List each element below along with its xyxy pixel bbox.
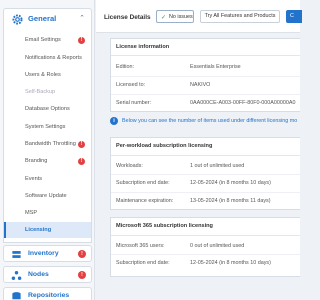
sidebar-section-repositories[interactable]: Repositories bbox=[3, 287, 92, 300]
primary-action-button[interactable]: C bbox=[286, 10, 302, 23]
sidebar-section-label: Inventory bbox=[28, 250, 59, 257]
workloads-value: 1 out of unlimited used bbox=[190, 163, 245, 169]
microsoft-365-licensing-panel: Microsoft 365 subscription licensing Mic… bbox=[110, 217, 300, 277]
checkmark-icon: ✓ bbox=[161, 15, 167, 21]
warning-badge: ! bbox=[78, 250, 86, 258]
workloads-label: Workloads: bbox=[116, 163, 143, 169]
sidebar-item-database-options[interactable]: Database Options bbox=[25, 106, 70, 112]
license-information-panel: License information Edition: Essentials … bbox=[110, 38, 300, 112]
sidebar-section-nodes[interactable]: Nodes ! bbox=[3, 266, 92, 283]
page-title: License Details bbox=[104, 14, 151, 21]
sidebar-item-bandwidth-throttling[interactable]: Bandwidth Throttling bbox=[25, 141, 76, 147]
page-header: License Details ✓ No issues Try All Feat… bbox=[96, 0, 302, 33]
sidebar-item-notifications-reports[interactable]: Notifications & Reports bbox=[25, 55, 82, 61]
main-content: License information Edition: Essentials … bbox=[96, 34, 300, 300]
serial-number-label: Serial number: bbox=[116, 100, 152, 106]
sidebar-item-msp[interactable]: MSP bbox=[25, 210, 37, 216]
sidebar-section-label: Nodes bbox=[28, 271, 49, 278]
subscription-end-date-label: Subscription end date: bbox=[116, 260, 170, 266]
serial-number-value: 0AA000CE-A003-00FF-80F0-000A00000A0 bbox=[190, 100, 296, 106]
subscription-end-date-value: 12-05-2024 (in 8 months 10 days) bbox=[190, 180, 271, 186]
gear-icon bbox=[12, 14, 23, 25]
try-all-features-button[interactable]: Try All Features and Products bbox=[200, 10, 280, 23]
maintenance-expiration-value: 13-05-2024 (in 8 months 11 days) bbox=[190, 198, 271, 204]
maintenance-expiration-label: Maintenance expiration: bbox=[116, 198, 174, 204]
sidebar-section-label: Repositories bbox=[28, 292, 70, 299]
no-issues-label: No issues bbox=[169, 14, 193, 20]
panel-title: Per-workload subscription licensing bbox=[116, 143, 213, 149]
sidebar-item-email-settings[interactable]: Email Settings bbox=[25, 37, 61, 43]
sidebar-menu: Email Settings ! Notifications & Reports… bbox=[3, 29, 92, 243]
licensed-to-value: NAKIVO bbox=[190, 82, 211, 88]
sidebar-item-users-roles[interactable]: Users & Roles bbox=[25, 72, 61, 78]
sidebar-item-software-update[interactable]: Software Update bbox=[25, 193, 67, 199]
edition-label: Edition: bbox=[116, 64, 134, 70]
licensed-to-label: Licensed to: bbox=[116, 82, 146, 88]
info-banner-text: Below you can see the number of items us… bbox=[122, 118, 298, 124]
edition-value: Essentials Enterprise bbox=[190, 64, 241, 70]
subscription-end-date-label: Subscription end date: bbox=[116, 180, 170, 186]
sidebar-item-licensing-label: Licensing bbox=[25, 227, 52, 233]
sidebar-section-label: General bbox=[28, 14, 57, 23]
sidebar-item-events[interactable]: Events bbox=[25, 176, 42, 182]
panel-title: Microsoft 365 subscription licensing bbox=[116, 223, 213, 229]
subscription-end-date-value: 12-05-2024 (in 8 months 10 days) bbox=[190, 260, 271, 266]
per-workload-licensing-panel: Per-workload subscription licensing Work… bbox=[110, 137, 300, 210]
chevron-up-icon[interactable]: ⌃ bbox=[79, 14, 85, 22]
sidebar-item-system-settings[interactable]: System Settings bbox=[25, 124, 65, 130]
repositories-icon bbox=[12, 292, 21, 300]
sidebar-section-inventory[interactable]: Inventory ! bbox=[3, 245, 92, 262]
sidebar-section-general[interactable]: General ⌃ bbox=[3, 8, 92, 29]
microsoft-365-users-value: 0 out of unlimited used bbox=[190, 243, 245, 249]
panel-title: License information bbox=[116, 44, 170, 50]
warning-badge: ! bbox=[78, 141, 85, 148]
no-issues-button[interactable]: ✓ No issues bbox=[156, 10, 194, 23]
sidebar-item-branding[interactable]: Branding bbox=[25, 158, 47, 164]
nodes-icon bbox=[11, 271, 22, 280]
info-banner: i Below you can see the number of items … bbox=[110, 114, 300, 128]
info-icon: i bbox=[110, 117, 118, 125]
sidebar-item-self-backup[interactable]: Self-Backup bbox=[25, 89, 55, 95]
warning-badge: ! bbox=[78, 37, 85, 44]
sidebar: General ⌃ Email Settings ! Notifications… bbox=[0, 0, 95, 300]
microsoft-365-users-label: Microsoft 365 users: bbox=[116, 243, 165, 249]
inventory-icon bbox=[12, 251, 21, 258]
warning-badge: ! bbox=[78, 158, 85, 165]
warning-badge: ! bbox=[78, 271, 86, 279]
